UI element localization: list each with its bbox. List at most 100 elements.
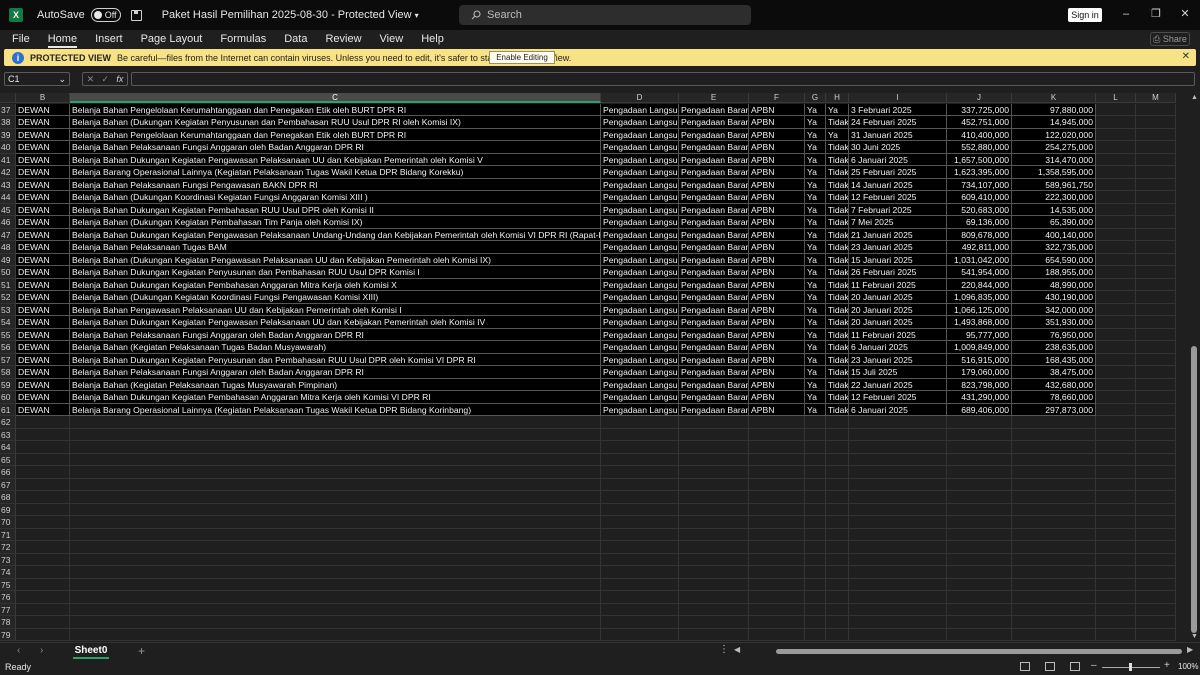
cell-i[interactable] — [849, 466, 947, 479]
cell-g[interactable]: Ya — [805, 353, 826, 366]
cell-m[interactable] — [1136, 116, 1176, 129]
cell-e[interactable]: Pengadaan Barang — [679, 116, 749, 129]
cell-c[interactable] — [70, 603, 601, 616]
cell-b[interactable] — [16, 553, 70, 566]
row-header[interactable]: 50 — [0, 266, 16, 279]
cell-g[interactable]: Ya — [805, 241, 826, 254]
row-header[interactable]: 77 — [0, 603, 16, 616]
row-header[interactable]: 76 — [0, 591, 16, 604]
cell-l[interactable] — [1096, 603, 1136, 616]
cell-i[interactable] — [849, 628, 947, 641]
select-all-corner[interactable] — [0, 93, 16, 103]
cell-k[interactable] — [1012, 466, 1096, 479]
cell-l[interactable] — [1096, 166, 1136, 179]
cell-f[interactable]: APBN — [749, 178, 805, 191]
cell-h[interactable]: Tidak — [826, 328, 849, 341]
cell-j[interactable] — [947, 591, 1012, 604]
cell-i[interactable]: 15 Januari 2025 — [849, 253, 947, 266]
cell-d[interactable]: Pengadaan Langsung — [601, 228, 679, 241]
cell-b[interactable] — [16, 578, 70, 591]
cell-c[interactable]: Belanja Bahan Dukungan Kegiatan Pembahas… — [70, 391, 601, 404]
cell-l[interactable] — [1096, 303, 1136, 316]
cell-i[interactable]: 7 Februari 2025 — [849, 203, 947, 216]
cell-b[interactable]: DEWAN — [16, 103, 70, 116]
cell-h[interactable]: Tidak — [826, 403, 849, 416]
cell-g[interactable]: Ya — [805, 341, 826, 354]
cell-j[interactable]: 1,009,849,000 — [947, 341, 1012, 354]
cell-i[interactable]: 30 Juni 2025 — [849, 141, 947, 154]
cell-l[interactable] — [1096, 128, 1136, 141]
cell-c[interactable]: Belanja Bahan (Kegiatan Pelaksanaan Tuga… — [70, 378, 601, 391]
cell-j[interactable] — [947, 416, 1012, 429]
cell-m[interactable] — [1136, 541, 1176, 554]
sign-in-button[interactable]: Sign in — [1068, 8, 1102, 22]
cell-e[interactable] — [679, 491, 749, 504]
cell-j[interactable]: 1,657,500,000 — [947, 153, 1012, 166]
cell-d[interactable]: Pengadaan Langsung — [601, 366, 679, 379]
cell-h[interactable] — [826, 578, 849, 591]
scroll-right-icon[interactable]: ▶ — [1187, 645, 1193, 654]
cell-h[interactable] — [826, 503, 849, 516]
cell-f[interactable]: APBN — [749, 328, 805, 341]
cell-j[interactable]: 1,066,125,000 — [947, 303, 1012, 316]
cell-h[interactable]: Tidak — [826, 228, 849, 241]
cell-e[interactable]: Pengadaan Barang — [679, 241, 749, 254]
cell-l[interactable] — [1096, 328, 1136, 341]
cell-g[interactable] — [805, 428, 826, 441]
cell-m[interactable] — [1136, 428, 1176, 441]
cell-l[interactable] — [1096, 491, 1136, 504]
zoom-in-icon[interactable]: + — [1164, 660, 1170, 671]
cell-k[interactable]: 78,660,000 — [1012, 391, 1096, 404]
row-header[interactable]: 65 — [0, 453, 16, 466]
cell-l[interactable] — [1096, 441, 1136, 454]
cell-l[interactable] — [1096, 553, 1136, 566]
cell-c[interactable]: Belanja Bahan (Dukungan Kegiatan Koordin… — [70, 291, 601, 304]
column-header-m[interactable]: M — [1136, 93, 1176, 103]
cell-l[interactable] — [1096, 191, 1136, 204]
cell-f[interactable] — [749, 516, 805, 529]
search-box[interactable]: Search — [459, 5, 751, 25]
cell-i[interactable]: 6 Januari 2025 — [849, 341, 947, 354]
cell-i[interactable] — [849, 541, 947, 554]
cell-d[interactable] — [601, 453, 679, 466]
cell-i[interactable]: 7 Mei 2025 — [849, 216, 947, 229]
normal-view-icon[interactable] — [1020, 662, 1030, 671]
column-header-f[interactable]: F — [749, 93, 805, 103]
row-header[interactable]: 39 — [0, 128, 16, 141]
cell-m[interactable] — [1136, 103, 1176, 116]
cell-c[interactable]: Belanja Bahan Pengelolaan Kerumahtanggaa… — [70, 128, 601, 141]
cell-c[interactable] — [70, 441, 601, 454]
cell-b[interactable]: DEWAN — [16, 178, 70, 191]
cell-c[interactable]: Belanja Bahan (Kegiatan Pelaksanaan Tuga… — [70, 341, 601, 354]
column-header-l[interactable]: L — [1096, 93, 1136, 103]
cell-d[interactable]: Pengadaan Langsung — [601, 128, 679, 141]
cell-c[interactable] — [70, 428, 601, 441]
cell-e[interactable]: Pengadaan Barang — [679, 191, 749, 204]
cell-d[interactable]: Pengadaan Langsung — [601, 166, 679, 179]
zoom-slider-knob[interactable] — [1129, 663, 1132, 671]
cell-k[interactable]: 297,873,000 — [1012, 403, 1096, 416]
cell-m[interactable] — [1136, 191, 1176, 204]
row-header[interactable]: 59 — [0, 378, 16, 391]
cell-e[interactable]: Pengadaan Barang — [679, 403, 749, 416]
cell-d[interactable]: Pengadaan Langsung — [601, 403, 679, 416]
cell-f[interactable]: APBN — [749, 141, 805, 154]
row-header[interactable]: 69 — [0, 503, 16, 516]
cell-e[interactable]: Pengadaan Barang — [679, 141, 749, 154]
row-header[interactable]: 72 — [0, 541, 16, 554]
cell-f[interactable]: APBN — [749, 366, 805, 379]
cell-j[interactable]: 823,798,000 — [947, 378, 1012, 391]
row-header[interactable]: 49 — [0, 253, 16, 266]
close-icon[interactable]: ✕ — [1179, 8, 1191, 20]
column-header-b[interactable]: B — [16, 93, 70, 103]
cell-g[interactable]: Ya — [805, 203, 826, 216]
cell-b[interactable]: DEWAN — [16, 253, 70, 266]
cell-j[interactable] — [947, 603, 1012, 616]
cell-k[interactable]: 322,735,000 — [1012, 241, 1096, 254]
cell-e[interactable]: Pengadaan Barang — [679, 366, 749, 379]
restore-icon[interactable]: ❐ — [1150, 8, 1162, 20]
cell-i[interactable]: 3 Februari 2025 — [849, 103, 947, 116]
cell-e[interactable]: Pengadaan Barang — [679, 303, 749, 316]
name-box[interactable]: C1 ⌄ — [4, 72, 70, 86]
cell-e[interactable] — [679, 541, 749, 554]
